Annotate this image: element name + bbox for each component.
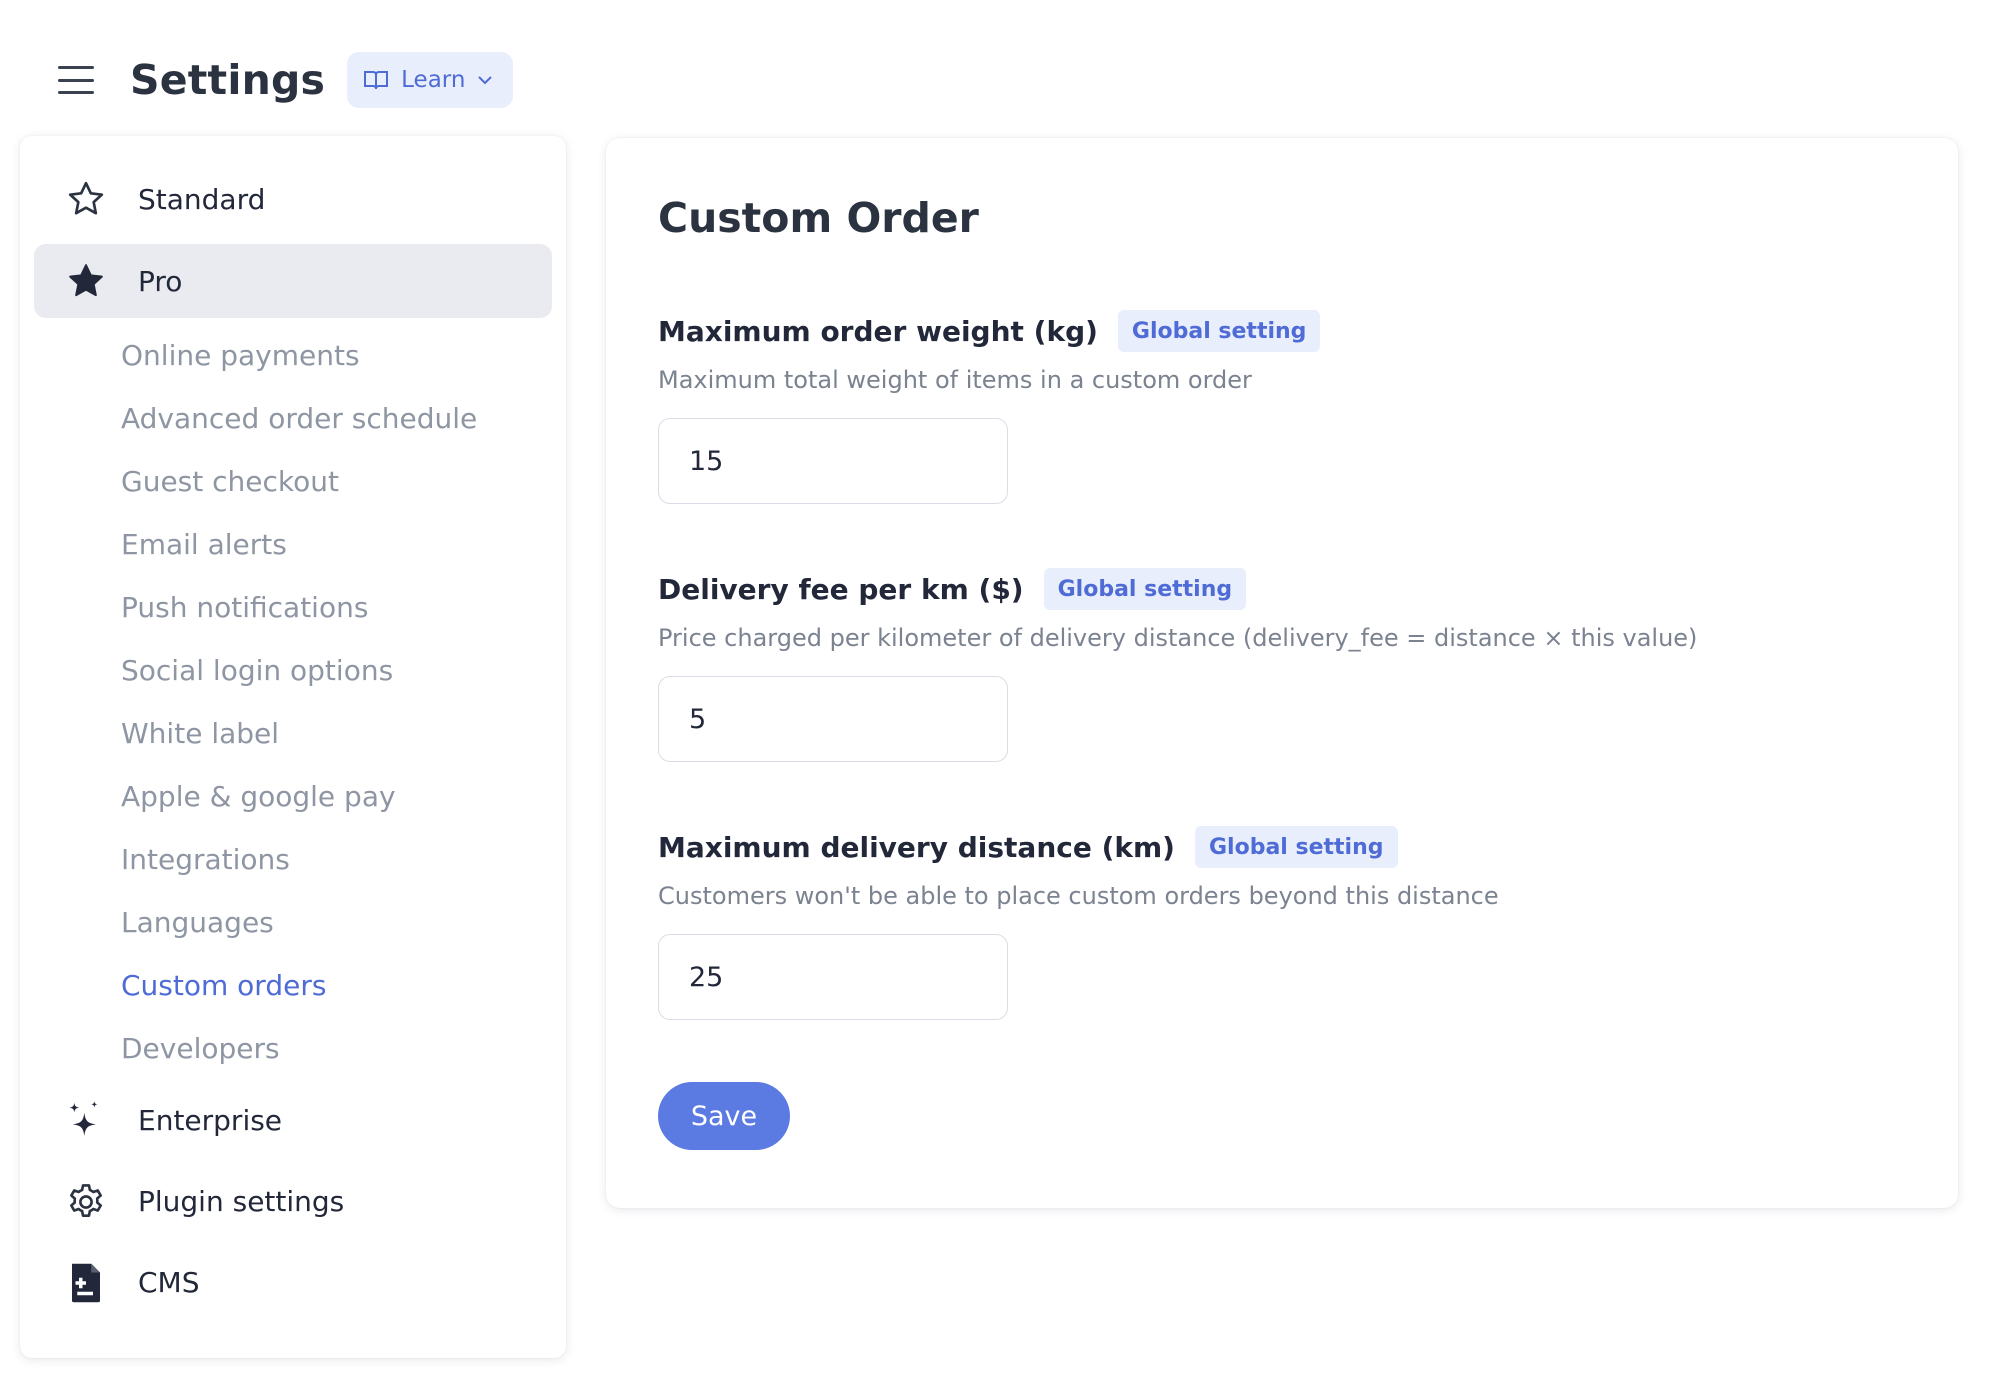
sidebar-item-enterprise[interactable]: Enterprise [20, 1080, 566, 1161]
sidebar-item-plugin-settings[interactable]: Plugin settings [20, 1161, 566, 1242]
sidebar-subitem-languages[interactable]: Languages [121, 891, 566, 954]
max-delivery-distance-input[interactable] [658, 934, 1008, 1020]
field-label: Delivery fee per km ($) [658, 572, 1024, 606]
star-outline-icon [64, 177, 108, 221]
field-description: Maximum total weight of items in a custo… [658, 366, 1252, 394]
field-label: Maximum delivery distance (km) [658, 830, 1175, 864]
sidebar-subitem-apple-google-pay[interactable]: Apple & google pay [121, 765, 566, 828]
sidebar-item-label: CMS [138, 1266, 200, 1299]
hamburger-menu-icon[interactable] [56, 62, 96, 98]
book-icon [363, 69, 389, 91]
sidebar-item-label: Standard [138, 182, 266, 216]
sidebar-subitem-developers[interactable]: Developers [121, 1017, 566, 1080]
gear-icon [64, 1180, 108, 1224]
sidebar-bottom-group: Enterprise Plugin settings CMS [20, 1080, 566, 1323]
sidebar-item-label: Pro [138, 264, 183, 298]
sidebar-subitem-online-payments[interactable]: Online payments [121, 324, 566, 387]
sidebar-item-standard[interactable]: Standard [20, 162, 566, 236]
learn-button[interactable]: Learn [347, 52, 514, 108]
learn-label: Learn [401, 67, 466, 93]
sidebar-subitem-email-alerts[interactable]: Email alerts [121, 513, 566, 576]
sidebar-item-label: Enterprise [138, 1104, 283, 1137]
settings-sidebar: Standard Pro Online payments Advanced or… [20, 136, 566, 1358]
max-delivery-distance-field: Maximum delivery distance (km) Global se… [658, 826, 1906, 1020]
sidebar-subitem-social-login-options[interactable]: Social login options [121, 639, 566, 702]
global-setting-badge: Global setting [1117, 310, 1321, 352]
page-title: Settings [130, 56, 326, 104]
field-description: Customers won't be able to place custom … [658, 882, 1499, 910]
field-label: Maximum order weight (kg) [658, 314, 1098, 348]
sidebar-item-cms[interactable]: CMS [20, 1242, 566, 1323]
custom-order-card: Custom Order Maximum order weight (kg) G… [606, 138, 1958, 1208]
section-title: Custom Order [658, 194, 979, 242]
sidebar-subitem-custom-orders[interactable]: Custom orders [121, 954, 566, 1017]
max-order-weight-input[interactable] [658, 418, 1008, 504]
sidebar-subitem-guest-checkout[interactable]: Guest checkout [121, 450, 566, 513]
field-header: Maximum delivery distance (km) Global se… [658, 826, 1906, 868]
global-setting-badge: Global setting [1194, 826, 1398, 868]
max-order-weight-field: Maximum order weight (kg) Global setting… [658, 310, 1906, 504]
sidebar-subitem-integrations[interactable]: Integrations [121, 828, 566, 891]
sidebar-item-pro[interactable]: Pro [34, 244, 552, 318]
sidebar-subitem-push-notifications[interactable]: Push notifications [121, 576, 566, 639]
field-description: Price charged per kilometer of delivery … [658, 624, 1698, 652]
delivery-fee-field: Delivery fee per km ($) Global setting P… [658, 568, 1906, 762]
global-setting-badge: Global setting [1043, 568, 1247, 610]
pro-submenu: Online payments Advanced order schedule … [20, 318, 566, 1080]
star-filled-icon [64, 259, 108, 303]
top-bar: Settings Learn [56, 52, 514, 108]
delivery-fee-input[interactable] [658, 676, 1008, 762]
sidebar-subitem-white-label[interactable]: White label [121, 702, 566, 765]
chevron-down-icon [477, 75, 493, 85]
save-button[interactable]: Save [658, 1082, 790, 1150]
sidebar-subitem-advanced-order-schedule[interactable]: Advanced order schedule [121, 387, 566, 450]
sidebar-item-label: Plugin settings [138, 1185, 345, 1218]
field-header: Maximum order weight (kg) Global setting [658, 310, 1906, 352]
sparkles-icon [64, 1099, 108, 1143]
field-header: Delivery fee per km ($) Global setting [658, 568, 1906, 610]
document-icon [64, 1261, 108, 1305]
